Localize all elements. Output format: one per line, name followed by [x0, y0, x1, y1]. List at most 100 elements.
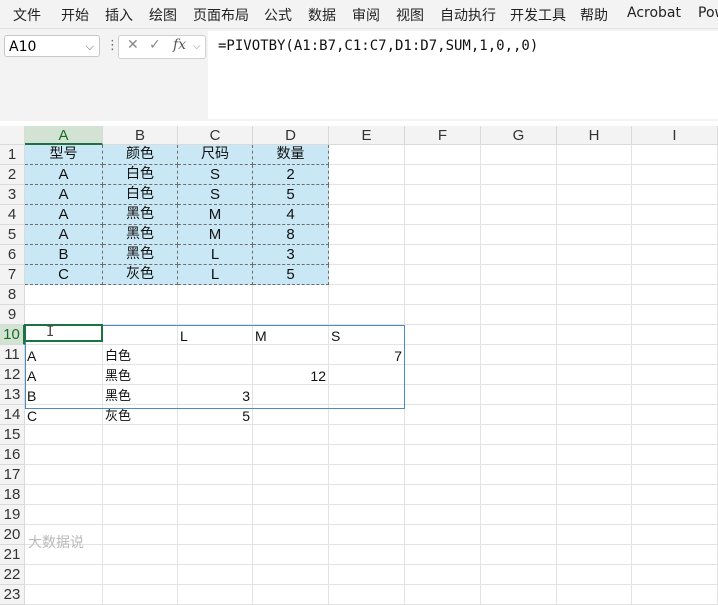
cell[interactable]: [405, 565, 481, 585]
cell[interactable]: [253, 565, 329, 585]
cell[interactable]: [103, 525, 178, 545]
cell[interactable]: [103, 285, 178, 305]
cell[interactable]: [481, 245, 557, 265]
cell[interactable]: [405, 345, 481, 365]
cell[interactable]: [25, 465, 103, 485]
column-header-e[interactable]: E: [329, 126, 405, 145]
cell[interactable]: [557, 365, 632, 385]
cell[interactable]: [557, 405, 632, 425]
cell[interactable]: [253, 525, 329, 545]
cell[interactable]: [329, 365, 405, 385]
cell[interactable]: [481, 185, 557, 205]
source-cell[interactable]: 8: [253, 225, 329, 245]
chevron-down-icon[interactable]: ⌵: [193, 41, 201, 52]
cell[interactable]: [103, 445, 178, 465]
cell[interactable]: [329, 485, 405, 505]
row-header-19[interactable]: 19: [0, 505, 25, 525]
cell[interactable]: [557, 305, 632, 325]
row-header-8[interactable]: 8: [0, 285, 25, 305]
name-box[interactable]: A10 ⌵: [4, 35, 100, 57]
row-header-17[interactable]: 17: [0, 465, 25, 485]
cell[interactable]: [329, 525, 405, 545]
column-header-i[interactable]: I: [632, 126, 718, 145]
cell[interactable]: [329, 505, 405, 525]
pivot-cell[interactable]: 黑色: [103, 367, 178, 384]
cell[interactable]: [405, 165, 481, 185]
cell[interactable]: [632, 365, 718, 385]
tab-insert[interactable]: 插入: [105, 5, 133, 25]
cell[interactable]: [481, 145, 557, 165]
cell[interactable]: [557, 265, 632, 285]
cell[interactable]: [178, 585, 253, 605]
cell[interactable]: [481, 405, 557, 425]
cell[interactable]: [557, 465, 632, 485]
cell[interactable]: [405, 425, 481, 445]
source-cell[interactable]: 2: [253, 165, 329, 185]
tab-page-layout[interactable]: 页面布局: [193, 5, 249, 25]
row-header-15[interactable]: 15: [0, 425, 25, 445]
cell[interactable]: [405, 325, 481, 345]
cell[interactable]: [103, 545, 178, 565]
pivot-cell[interactable]: S: [329, 327, 405, 344]
cell[interactable]: [253, 385, 329, 405]
cell[interactable]: [25, 585, 103, 605]
source-cell[interactable]: 4: [253, 205, 329, 225]
cell[interactable]: [632, 405, 718, 425]
cell[interactable]: [253, 305, 329, 325]
cell[interactable]: [632, 525, 718, 545]
source-cell[interactable]: 黑色: [103, 245, 178, 265]
cell[interactable]: [25, 285, 103, 305]
cell[interactable]: [103, 465, 178, 485]
cell[interactable]: [329, 305, 405, 325]
cell[interactable]: [178, 345, 253, 365]
source-cell[interactable]: C: [25, 265, 103, 285]
row-header-16[interactable]: 16: [0, 445, 25, 465]
cell[interactable]: [632, 345, 718, 365]
cell[interactable]: [481, 165, 557, 185]
cell[interactable]: [178, 305, 253, 325]
cell[interactable]: [405, 265, 481, 285]
column-header-h[interactable]: H: [557, 126, 632, 145]
cell[interactable]: [405, 545, 481, 565]
tab-formulas[interactable]: 公式: [264, 5, 292, 25]
cell[interactable]: [253, 465, 329, 485]
cell[interactable]: [405, 245, 481, 265]
cell[interactable]: [632, 145, 718, 165]
formula-input[interactable]: =PIVOTBY(A1:B7,C1:C7,D1:D7,SUM,1,0,,0): [208, 31, 718, 119]
cell[interactable]: [253, 545, 329, 565]
source-cell[interactable]: M: [178, 205, 253, 225]
select-all-corner[interactable]: [0, 126, 25, 145]
cell[interactable]: [329, 405, 405, 425]
cell[interactable]: [405, 385, 481, 405]
row-header-20[interactable]: 20: [0, 525, 25, 545]
tab-developer[interactable]: 开发工具: [510, 5, 566, 25]
cell[interactable]: [329, 445, 405, 465]
cell[interactable]: [405, 485, 481, 505]
tab-help[interactable]: 帮助: [580, 5, 608, 25]
cell[interactable]: [103, 505, 178, 525]
source-cell[interactable]: A: [25, 185, 103, 205]
row-header-23[interactable]: 23: [0, 585, 25, 605]
cell[interactable]: [632, 225, 718, 245]
cell[interactable]: [481, 385, 557, 405]
cell[interactable]: [405, 185, 481, 205]
source-cell[interactable]: 型号: [25, 145, 103, 165]
cell[interactable]: [103, 305, 178, 325]
cell[interactable]: [329, 425, 405, 445]
cell[interactable]: [405, 305, 481, 325]
source-cell[interactable]: L: [178, 265, 253, 285]
cell[interactable]: [557, 325, 632, 345]
cell[interactable]: [557, 245, 632, 265]
cancel-icon[interactable]: ✕: [127, 37, 139, 53]
pivot-cell[interactable]: 5: [178, 407, 253, 424]
tab-file[interactable]: 文件: [13, 5, 41, 25]
cell[interactable]: [557, 505, 632, 525]
column-header-d[interactable]: D: [253, 126, 329, 145]
column-header-b[interactable]: B: [103, 126, 178, 145]
cell[interactable]: [178, 445, 253, 465]
cell[interactable]: [481, 445, 557, 465]
cell[interactable]: [103, 325, 178, 345]
cell[interactable]: [481, 305, 557, 325]
cell[interactable]: [557, 545, 632, 565]
cell[interactable]: [103, 585, 178, 605]
